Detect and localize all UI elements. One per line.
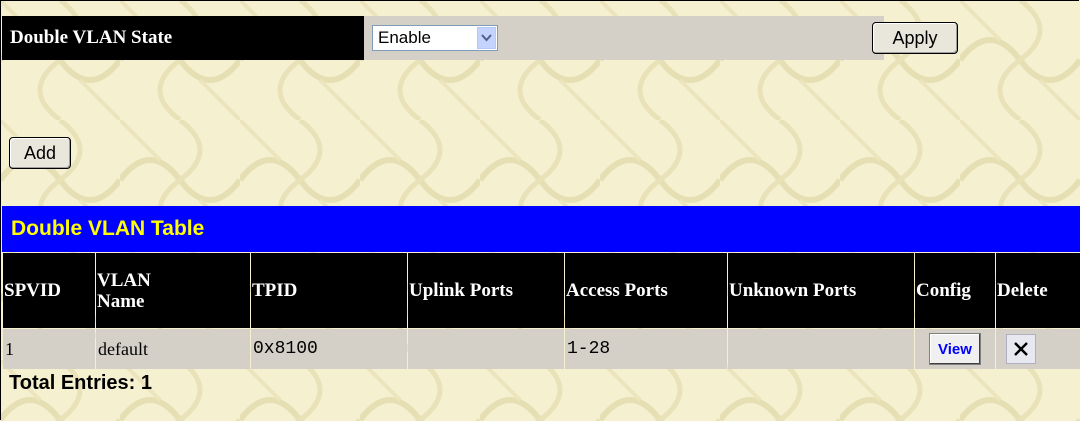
table-row: 1 default 0x8100 1-28 View	[3, 329, 1080, 369]
cell-unknown-ports	[728, 329, 914, 369]
select-value: Enable	[378, 28, 431, 47]
cell-delete	[996, 329, 1080, 369]
double-vlan-table: SPVID VLAN Name TPID Uplink Ports Access…	[2, 252, 1080, 370]
header-access-ports: Access Ports	[565, 253, 727, 328]
cell-access-ports: 1-28	[565, 329, 727, 369]
view-button[interactable]: View	[929, 333, 981, 365]
add-button[interactable]: Add	[9, 137, 71, 169]
header-config: Config	[915, 253, 995, 328]
cell-config: View	[915, 329, 995, 369]
apply-button[interactable]: Apply	[872, 22, 958, 54]
header-delete: Delete	[996, 253, 1080, 328]
header-unknown-ports: Unknown Ports	[728, 253, 914, 328]
table-title: Double VLAN Table	[2, 206, 1080, 252]
total-entries: Total Entries: 1	[9, 372, 152, 394]
header-vlan-name-text: VLAN Name	[97, 269, 151, 312]
header-uplink-ports: Uplink Ports	[408, 253, 564, 328]
cell-spvid: 1	[3, 329, 95, 369]
close-icon[interactable]	[1006, 334, 1036, 364]
cell-uplink-ports	[408, 329, 564, 369]
double-vlan-state-label: Double VLAN State	[2, 16, 364, 60]
cell-tpid: 0x8100	[251, 329, 407, 369]
cell-vlan-name: default	[96, 329, 250, 369]
chevron-down-icon[interactable]	[477, 27, 496, 49]
table-header-row: SPVID VLAN Name TPID Uplink Ports Access…	[3, 253, 1080, 328]
header-tpid: TPID	[251, 253, 407, 328]
double-vlan-state-select[interactable]: Enable	[372, 25, 498, 51]
header-spvid: SPVID	[3, 253, 95, 328]
header-vlan-name: VLAN Name	[96, 253, 250, 328]
